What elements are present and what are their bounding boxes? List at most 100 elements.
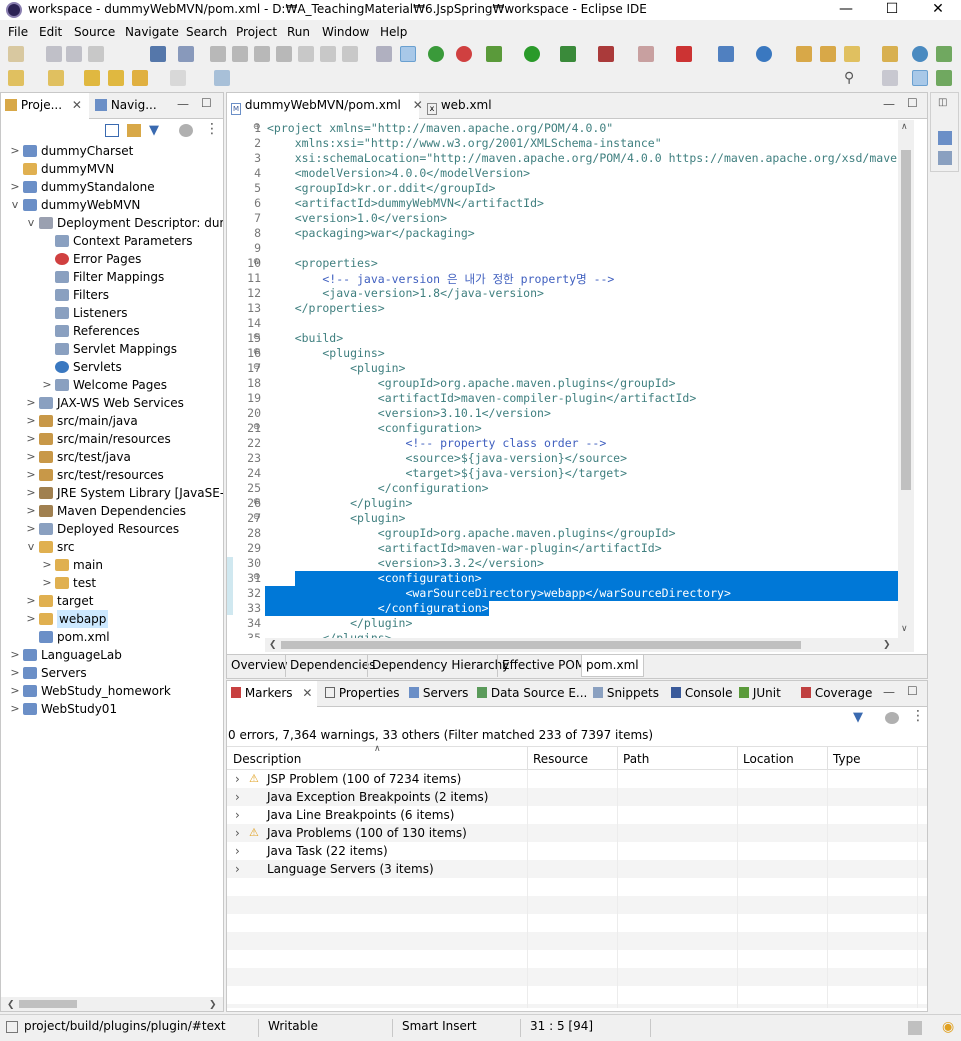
search-icon[interactable]: ⚲ [844,70,860,86]
fold-toggle-icon[interactable]: ⊖ [253,332,261,342]
filter-icon[interactable]: ▼ [853,710,863,725]
code-line[interactable]: <!-- property class order --> [267,436,606,450]
code-line[interactable]: </configuration> [267,481,489,495]
tab-servers[interactable]: Servers [405,681,474,707]
tree-item[interactable]: Context Parameters [1,232,223,250]
minimize-view-icon[interactable]: — [883,685,895,699]
chevron-right-icon[interactable]: › [235,824,240,842]
maximize-view-icon[interactable]: ☐ [907,684,918,698]
skip-breakpoints-icon[interactable] [400,46,416,62]
fold-toggle-icon[interactable]: ⊖ [253,122,261,132]
editor-horizontal-scrollbar[interactable]: ❮ ❯ [265,638,914,652]
menu-help[interactable]: Help [380,25,407,39]
code-line[interactable]: <configuration> [267,421,482,435]
column-resource[interactable]: Resource [533,752,588,766]
save-icon[interactable] [46,46,62,62]
maximize-view-icon[interactable]: ☐ [907,96,918,110]
scroll-right-icon[interactable]: ❯ [883,640,891,650]
chevron-right-icon[interactable]: > [9,142,21,160]
menu-navigate[interactable]: Navigate [125,25,179,39]
tree-item[interactable]: > Maven Dependencies [1,502,223,520]
code-line[interactable]: <groupId>org.apache.maven.plugins</group… [267,526,676,540]
tree-item[interactable]: Servlet Mappings [1,340,223,358]
tree-item[interactable]: > Servers [1,664,223,682]
chevron-right-icon[interactable]: > [9,664,21,682]
tree-item[interactable]: > WebStudy_homework [1,682,223,700]
fold-toggle-icon[interactable]: ⊖ [253,422,261,432]
chevron-down-icon[interactable]: v [9,196,21,214]
menu-search[interactable]: Search [186,25,227,39]
menu-source[interactable]: Source [74,25,115,39]
view-menu-icon[interactable]: ⋮ [911,708,925,724]
tab-navigator[interactable]: Navig... [91,93,171,119]
use-step-filters-icon[interactable] [376,46,392,62]
code-line[interactable]: <groupId>kr.or.ddit</groupId> [267,181,496,195]
fold-toggle-icon[interactable]: ⊖ [253,497,261,507]
forward-icon[interactable] [170,70,186,86]
code-line[interactable]: <artifactId>maven-war-plugin</artifactId… [267,541,662,555]
web-browser-icon[interactable] [912,46,928,62]
previous-annotation-icon[interactable] [48,70,64,86]
outline-icon[interactable] [938,131,952,145]
code-line[interactable]: <warSourceDirectory>webapp</warSourceDir… [267,586,730,600]
menu-file[interactable]: File [8,25,28,39]
suspend-icon[interactable] [232,46,248,62]
back-icon[interactable] [132,70,148,86]
scrollbar-thumb[interactable] [19,1000,77,1008]
new-server-icon[interactable] [676,46,692,62]
chevron-right-icon[interactable]: > [25,394,37,412]
code-line[interactable]: <artifactId>maven-compiler-plugin</artif… [267,391,697,405]
tree-item[interactable]: > src/main/java [1,412,223,430]
tree-item[interactable]: > src/test/resources [1,466,223,484]
resume-icon[interactable] [210,46,226,62]
tab-web-xml[interactable]: x web.xml [423,93,503,119]
tab-snippets[interactable]: Snippets [589,681,665,707]
tab-console[interactable]: Console [667,681,738,707]
code-line[interactable]: <java-version>1.8</java-version> [267,286,544,300]
column-description[interactable]: Description [233,752,301,766]
tree-item[interactable]: Listeners [1,304,223,322]
column-type[interactable]: Type [833,752,861,766]
tree-item[interactable]: > Welcome Pages [1,376,223,394]
menu-project[interactable]: Project [236,25,277,39]
tree-item[interactable]: Filter Mappings [1,268,223,286]
code-line[interactable]: <modelVersion>4.0.0</modelVersion> [267,166,530,180]
markers-row[interactable]: › Java Line Breakpoints (6 items) [227,806,527,824]
tree-item[interactable]: v Deployment Descriptor: dumn [1,214,223,232]
view-menu-icon[interactable]: ⋮ [205,121,219,137]
open-perspective-icon[interactable] [882,70,898,86]
code-line[interactable]: </properties> [267,301,385,315]
code-line[interactable]: xmlns:xsi="http://www.w3.org/2001/XMLSch… [267,136,662,150]
server-status-icon[interactable] [908,1021,922,1035]
editor-vertical-scrollbar[interactable]: ∧ ∨ [898,120,914,638]
column-location[interactable]: Location [743,752,794,766]
chevron-right-icon[interactable]: > [9,646,21,664]
code-line[interactable]: </configuration> [267,601,489,615]
code-area[interactable]: 1 ⊖ <project xmlns="http://maven.apache.or… [227,120,898,638]
coverage-icon[interactable] [560,46,576,62]
tree-item[interactable]: > src/main/resources [1,430,223,448]
tree-item[interactable]: > main [1,556,223,574]
code-line[interactable]: <version>3.3.2</version> [267,556,544,570]
chevron-right-icon[interactable]: > [41,574,53,592]
code-line[interactable]: <packaging>war</packaging> [267,226,475,240]
debug-perspective-icon[interactable] [936,70,952,86]
markers-row[interactable]: › Language Servers (3 items) [227,860,527,878]
code-line[interactable]: <plugin> [267,511,405,525]
code-line[interactable]: <target>${java-version}</target> [267,466,627,480]
close-icon[interactable]: ✕ [72,98,82,112]
refresh-icon[interactable] [456,46,472,62]
tree-item[interactable]: > test [1,574,223,592]
external-tools-icon[interactable] [598,46,614,62]
step-return-icon[interactable] [342,46,358,62]
markers-row[interactable]: › ⚠ JSP Problem (100 of 7234 items) [227,770,527,788]
code-line[interactable]: <version>3.10.1</version> [267,406,551,420]
code-line[interactable]: </plugins> [267,631,391,638]
column-path[interactable]: Path [623,752,649,766]
save-all-icon[interactable] [66,46,82,62]
tree-item[interactable]: > dummyStandalone [1,178,223,196]
menu-window[interactable]: Window [322,25,369,39]
minimize-view-icon[interactable]: — [883,97,895,111]
menu-edit[interactable]: Edit [39,25,62,39]
terminate-icon[interactable] [254,46,270,62]
